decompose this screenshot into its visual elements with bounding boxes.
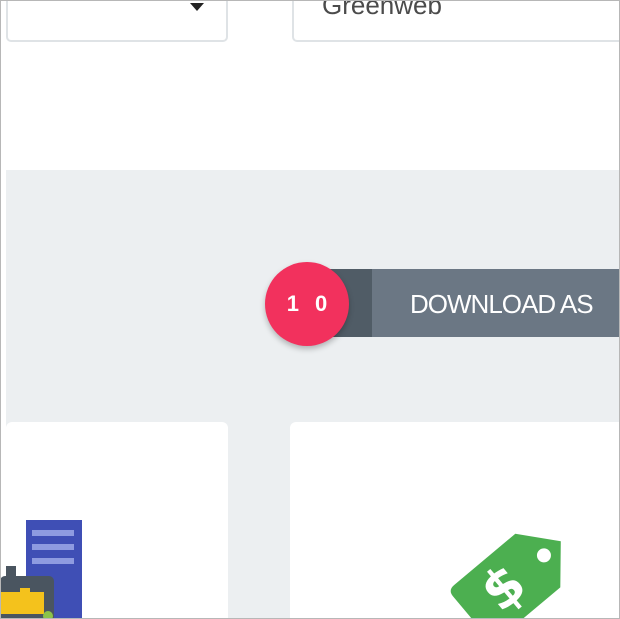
dropdown-select[interactable]	[6, 0, 228, 42]
page: Greenweb DOWNLOAD AS 1 0 $	[0, 0, 620, 619]
step-number-badge: 1 0	[265, 262, 349, 346]
document-briefcase-icon	[0, 520, 82, 619]
download-as-button[interactable]: DOWNLOAD AS	[318, 269, 620, 337]
name-field-value: Greenweb	[322, 0, 442, 20]
card-pricing[interactable]: $	[290, 422, 620, 619]
name-field[interactable]: Greenweb	[292, 0, 620, 42]
price-tag-dollar-icon: $	[450, 533, 561, 619]
download-button-label: DOWNLOAD AS	[410, 289, 594, 319]
caret-down-icon	[190, 3, 204, 11]
card-document[interactable]	[0, 422, 228, 619]
step-number-text: 1 0	[286, 291, 333, 316]
